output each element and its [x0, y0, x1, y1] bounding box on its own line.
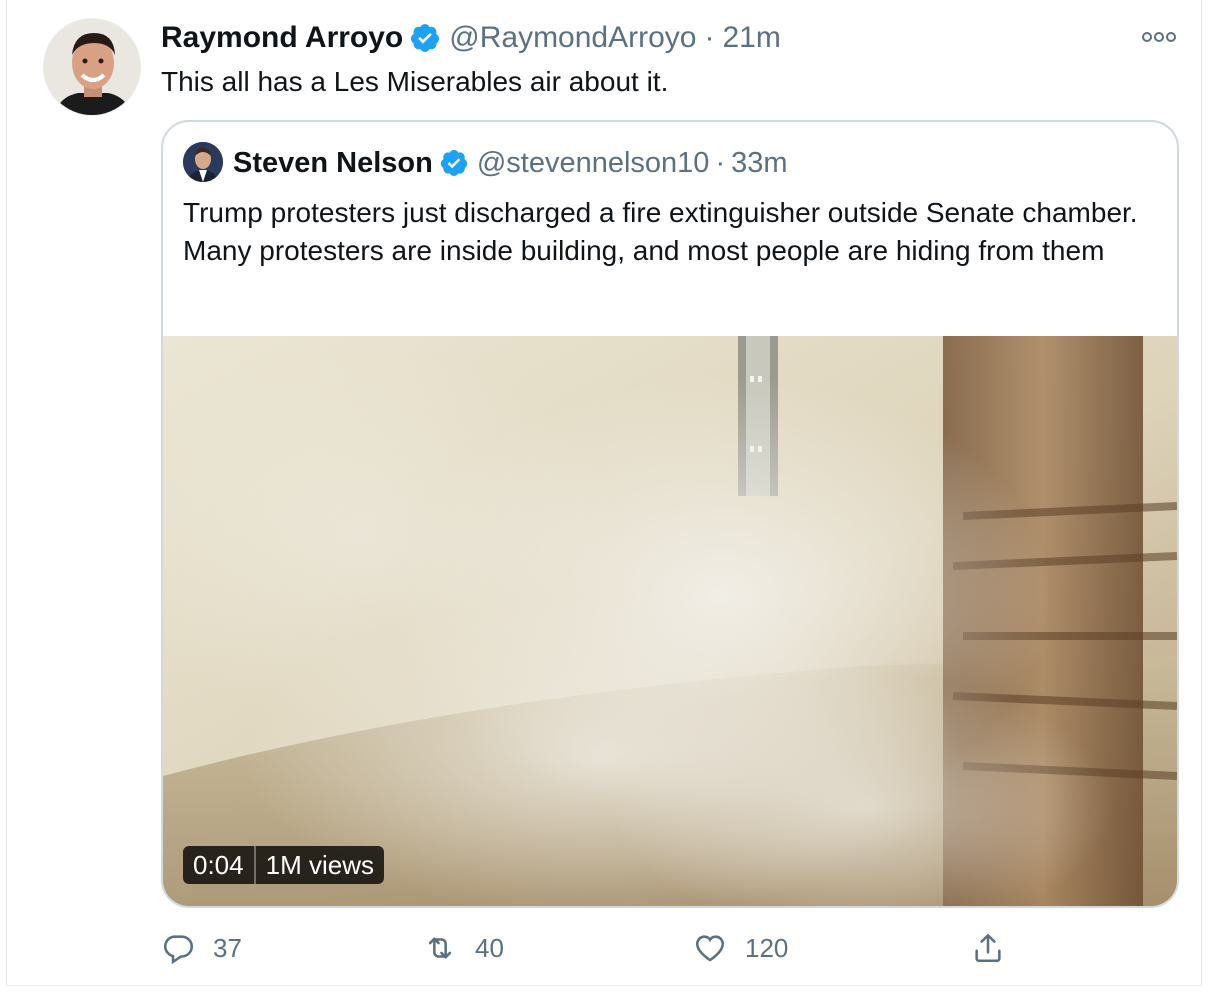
- quoted-header: Steven Nelson @stevennelson10 · 33m: [233, 142, 788, 184]
- reply-count: 37: [213, 932, 242, 963]
- verified-badge-icon: [411, 24, 440, 52]
- video-views: 1M views: [253, 846, 384, 884]
- video-duration: 0:04: [193, 850, 244, 880]
- author-avatar[interactable]: [43, 18, 141, 116]
- tweet-actions: 37 40 120: [161, 928, 1061, 968]
- tweet-card[interactable]: Raymond Arroyo @RaymondArroyo · 21m This…: [6, 0, 1202, 986]
- header-separator: ·: [704, 21, 715, 54]
- author-name[interactable]: Raymond Arroyo: [161, 21, 403, 55]
- video-badges: 0:04 1M views: [183, 846, 384, 884]
- like-count: 120: [745, 932, 789, 963]
- quoted-separator: ·: [715, 146, 726, 179]
- reply-icon: [163, 935, 194, 965]
- tweet-time[interactable]: 21m: [722, 21, 780, 55]
- share-button[interactable]: [971, 928, 1023, 968]
- quoted-author-handle[interactable]: @stevennelson10: [477, 147, 710, 180]
- retweet-button[interactable]: 40: [423, 928, 504, 968]
- tweet-text: This all has a Les Miserables air about …: [161, 66, 669, 97]
- quoted-tweet[interactable]: Steven Nelson @stevennelson10 · 33m Trum…: [161, 120, 1179, 908]
- quoted-time[interactable]: 33m: [731, 147, 787, 180]
- tweet-header: Raymond Arroyo @RaymondArroyo · 21m: [161, 18, 781, 58]
- quoted-author-name[interactable]: Steven Nelson: [233, 147, 433, 180]
- heart-icon: [695, 935, 725, 962]
- quoted-text: Trump protesters just discharged a fire …: [183, 197, 1138, 266]
- video-frame-image: [163, 336, 1177, 906]
- reply-button[interactable]: 37: [161, 928, 242, 968]
- author-handle[interactable]: @RaymondArroyo: [449, 21, 696, 55]
- quoted-author-avatar[interactable]: [183, 142, 223, 182]
- video-player[interactable]: 0:04 1M views: [163, 336, 1177, 906]
- retweet-icon: [428, 937, 452, 959]
- more-horizontal-icon[interactable]: [1141, 28, 1177, 46]
- retweet-count: 40: [475, 932, 504, 963]
- like-button[interactable]: 120: [693, 928, 788, 968]
- verified-badge-icon: [440, 150, 468, 176]
- share-icon: [975, 933, 1001, 963]
